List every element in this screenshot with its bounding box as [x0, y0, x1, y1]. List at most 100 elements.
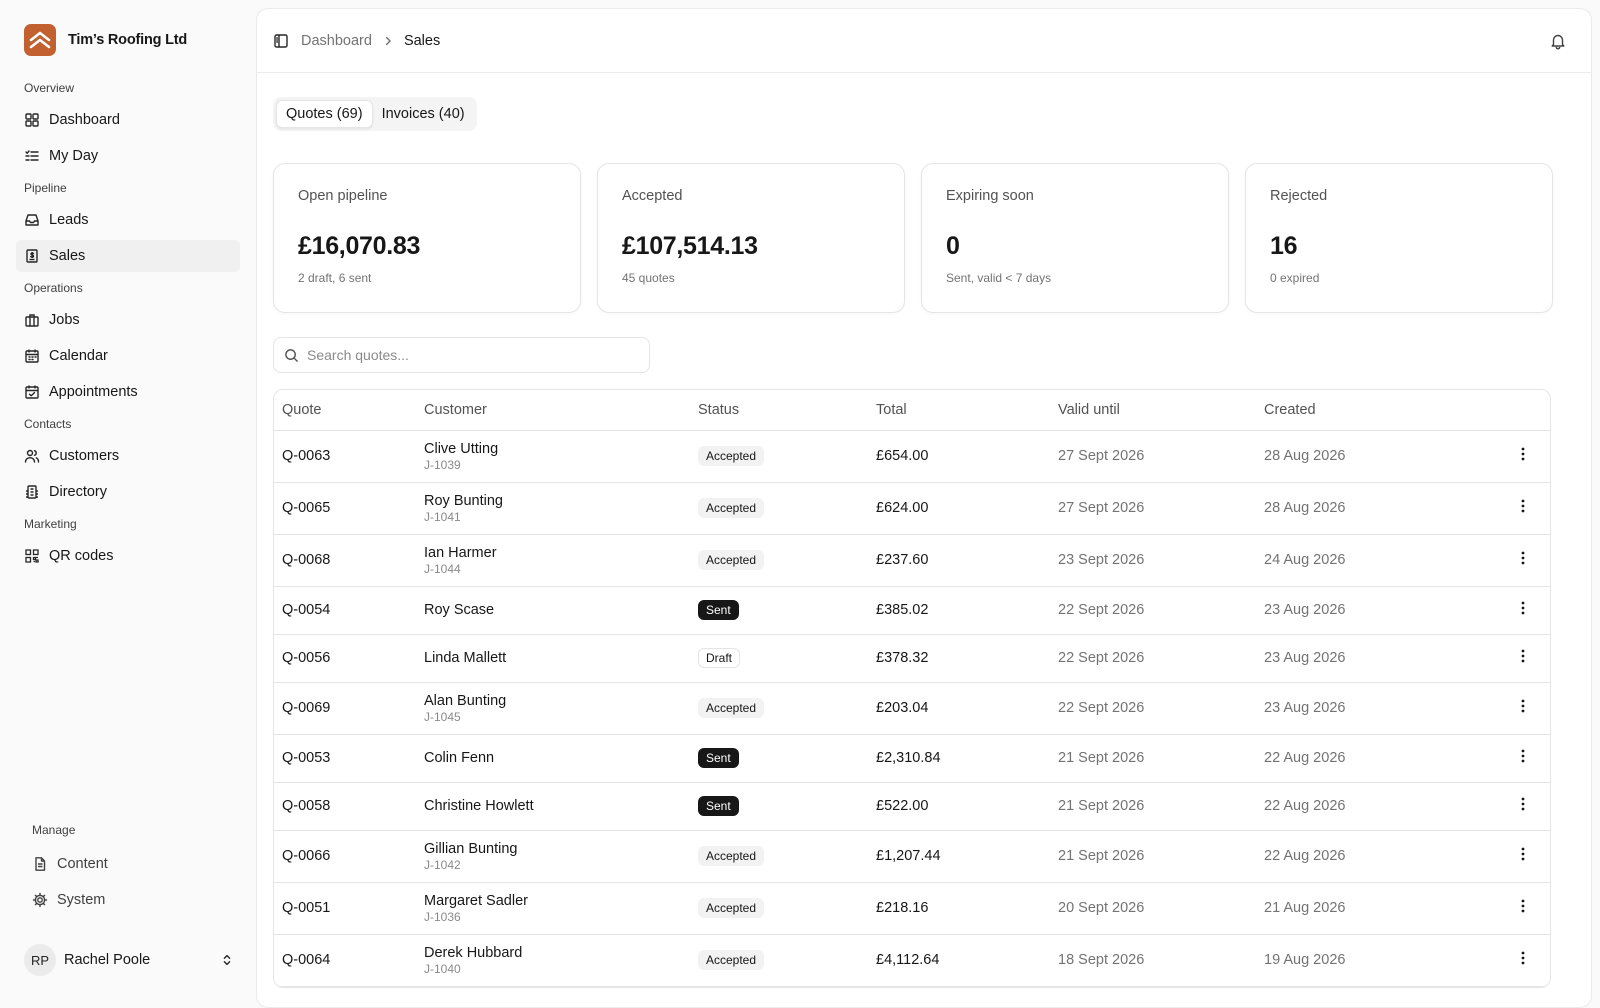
quote-number[interactable]: Q-0053 [274, 734, 416, 783]
user-menu[interactable]: RP Rachel Poole [24, 944, 234, 976]
chevrons-up-down-icon [223, 954, 231, 966]
sales-tabs: Quotes (69) Invoices (40) [273, 97, 477, 131]
more-vertical-icon [1521, 649, 1525, 663]
notifications-button[interactable] [1549, 32, 1567, 50]
job-reference: J-1042 [424, 857, 461, 872]
row-actions-button[interactable] [1516, 796, 1530, 816]
table-row[interactable]: Q-0051 Margaret Sadler J-1036 Accepted £218.… [274, 882, 1550, 935]
customer-name[interactable]: Colin Fenn [424, 750, 682, 766]
table-row[interactable]: Q-0066 Gillian Bunting J-1042 Accepted £1,20… [274, 830, 1550, 883]
customer-name[interactable]: Ian Harmer [424, 545, 682, 561]
valid-until-cell: 21 Sept 2026 [1050, 830, 1256, 883]
row-actions-cell [1496, 882, 1550, 935]
sidebar-toggle-button[interactable] [273, 33, 289, 49]
column-header-valid-until[interactable]: Valid until [1050, 390, 1256, 431]
customer-name[interactable]: Christine Howlett [424, 798, 682, 814]
checklist-icon [25, 150, 39, 161]
column-header-created[interactable]: Created [1256, 390, 1496, 431]
customer-cell: Roy Scase [416, 586, 690, 635]
row-actions-button[interactable] [1516, 498, 1530, 518]
valid-until-cell: 21 Sept 2026 [1050, 734, 1256, 783]
topbar: Dashboard Sales [257, 9, 1591, 73]
user-name: Rachel Poole [64, 952, 151, 968]
sidebar-item-calendar[interactable]: Calendar [16, 340, 240, 372]
sidebar-item-appointments[interactable]: Appointments [16, 376, 240, 408]
status-cell: Accepted [690, 830, 868, 883]
sidebar-item-label: Calendar [49, 348, 108, 364]
sidebar-item-directory[interactable]: Directory [16, 476, 240, 508]
table-row[interactable]: Q-0064 Derek Hubbard J-1040 Accepted £4,112.… [274, 934, 1550, 987]
quote-number[interactable]: Q-0063 [274, 430, 416, 483]
column-header-quote[interactable]: Quote [274, 390, 416, 431]
table-row[interactable]: Q-0056 Linda Mallett Draft £378.32 22 Sept 2… [274, 634, 1550, 683]
quote-number[interactable]: Q-0054 [274, 586, 416, 635]
table-row[interactable]: Q-0063 Clive Utting J-1039 Accepted £654.00 2… [274, 430, 1550, 483]
quote-number[interactable]: Q-0065 [274, 482, 416, 535]
sidebar-item-leads[interactable]: Leads [16, 204, 240, 236]
table-row[interactable]: Q-0054 Roy Scase Sent £385.02 22 Sept 2026 23… [274, 586, 1550, 635]
customer-name[interactable]: Clive Utting [424, 441, 682, 457]
table-row[interactable]: Q-0058 Christine Howlett Sent £522.00 21 Sep… [274, 782, 1550, 831]
customer-name[interactable]: Linda Mallett [424, 650, 682, 666]
tab-quotes[interactable]: Quotes (69) [276, 100, 373, 128]
row-actions-button[interactable] [1516, 698, 1530, 718]
quote-number[interactable]: Q-0064 [274, 934, 416, 987]
quote-number[interactable]: Q-0056 [274, 634, 416, 683]
table-row[interactable]: Q-0065 Roy Bunting J-1041 Accepted £624.00 27… [274, 482, 1550, 535]
sidebar-item-customers[interactable]: Customers [16, 440, 240, 472]
table-row[interactable]: Q-0053 Colin Fenn Sent £2,310.84 21 Sept 202… [274, 734, 1550, 783]
row-actions-button[interactable] [1516, 550, 1530, 570]
stat-card-subtext: 45 quotes [622, 271, 675, 285]
quote-number[interactable]: Q-0051 [274, 882, 416, 935]
customer-name[interactable]: Derek Hubbard [424, 945, 682, 961]
row-actions-button[interactable] [1516, 846, 1530, 866]
row-actions-cell [1496, 534, 1550, 587]
stat-card-value: £16,070.83 [298, 232, 421, 260]
main-nav: Overview Dashboard My Day Pipeline Leads… [16, 72, 240, 576]
more-vertical-icon [1521, 749, 1525, 763]
sidebar-item-system[interactable]: System [24, 884, 248, 916]
row-actions-button[interactable] [1516, 648, 1530, 668]
total-cell: £237.60 [868, 534, 1050, 587]
sidebar-item-label: QR codes [49, 548, 114, 564]
column-header-customer[interactable]: Customer [416, 390, 690, 431]
row-actions-button[interactable] [1516, 950, 1530, 970]
quote-number[interactable]: Q-0066 [274, 830, 416, 883]
quote-number[interactable]: Q-0068 [274, 534, 416, 587]
customer-cell: Ian Harmer J-1044 [416, 534, 690, 587]
breadcrumb-dashboard-link[interactable]: Dashboard [301, 33, 372, 49]
table-row[interactable]: Q-0068 Ian Harmer J-1044 Accepted £237.60 23 … [274, 534, 1550, 587]
sidebar-item-jobs[interactable]: Jobs [16, 304, 240, 336]
customer-cell: Roy Bunting J-1041 [416, 482, 690, 535]
customer-name[interactable]: Margaret Sadler [424, 893, 682, 909]
column-header-status[interactable]: Status [690, 390, 868, 431]
status-badge: Accepted [698, 846, 765, 866]
quote-number[interactable]: Q-0069 [274, 682, 416, 735]
brand-name: Tim’s Roofing Ltd [68, 32, 188, 48]
total-cell: £385.02 [868, 586, 1050, 635]
row-actions-button[interactable] [1516, 446, 1530, 466]
customer-name[interactable]: Roy Scase [424, 602, 682, 618]
tab-invoices[interactable]: Invoices (40) [373, 100, 474, 128]
more-vertical-icon [1521, 699, 1525, 713]
customer-name[interactable]: Alan Bunting [424, 693, 682, 709]
search-input[interactable] [307, 347, 639, 363]
customer-name[interactable]: Roy Bunting [424, 493, 682, 509]
sidebar-item-sales[interactable]: Sales [16, 240, 240, 272]
created-cell: 28 Aug 2026 [1256, 430, 1496, 483]
sidebar-item-qr-codes[interactable]: QR codes [16, 540, 240, 572]
row-actions-button[interactable] [1516, 748, 1530, 768]
customer-name[interactable]: Gillian Bunting [424, 841, 682, 857]
table-row[interactable]: Q-0069 Alan Bunting J-1045 Accepted £203.04 2… [274, 682, 1550, 735]
customer-cell: Alan Bunting J-1045 [416, 682, 690, 735]
column-header-total[interactable]: Total [868, 390, 1050, 431]
row-actions-button[interactable] [1516, 898, 1530, 918]
row-actions-button[interactable] [1516, 600, 1530, 620]
quote-number[interactable]: Q-0058 [274, 782, 416, 831]
sidebar-item-my-day[interactable]: My Day [16, 140, 240, 172]
brand[interactable]: Tim’s Roofing Ltd [24, 24, 187, 56]
sidebar-item-content[interactable]: Content [24, 848, 248, 880]
created-cell: 22 Aug 2026 [1256, 782, 1496, 831]
stat-card-rejected: Rejected 16 0 expired [1245, 163, 1553, 313]
sidebar-item-dashboard[interactable]: Dashboard [16, 104, 240, 136]
